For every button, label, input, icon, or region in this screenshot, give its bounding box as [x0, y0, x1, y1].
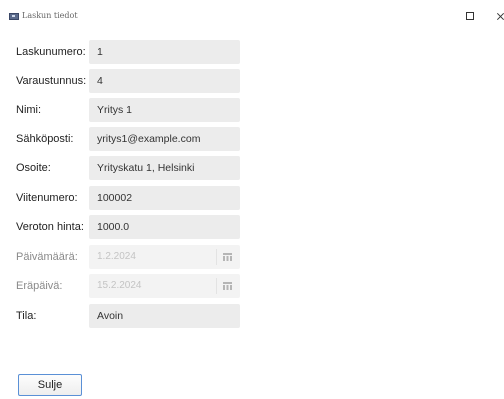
row-tila: Tila: Avoin [0, 304, 504, 328]
label-viitenumero: Viitenumero: [16, 192, 78, 204]
label-nimi: Nimi: [16, 104, 42, 116]
label-veroton-hinta: Veroton hinta: [16, 221, 84, 233]
erapaiva-value: 15.2.2024 [97, 280, 142, 291]
label-laskunumero: Laskunumero: [16, 46, 86, 58]
sahkoposti-field[interactable]: yritys1@example.com [89, 127, 240, 151]
row-veroton-hinta: Veroton hinta: 1000.0 [0, 215, 504, 239]
close-button[interactable]: Sulje [18, 374, 82, 396]
row-paivamaara: Päivämäärä: 1.2.2024 [0, 245, 504, 269]
label-varaustunnus: Varaustunnus: [16, 75, 87, 87]
varaustunnus-field[interactable]: 4 [89, 69, 240, 93]
datepicker-divider [216, 249, 217, 265]
window-title: Laskun tiedot [22, 11, 78, 20]
erapaiva-datepicker: 15.2.2024 [89, 274, 240, 298]
maximize-button[interactable] [460, 9, 480, 23]
label-tila: Tila: [16, 310, 37, 322]
viitenumero-field[interactable]: 100002 [89, 186, 240, 210]
row-varaustunnus: Varaustunnus: 4 [0, 69, 504, 93]
label-osoite: Osoite: [16, 162, 51, 174]
maximize-icon [466, 12, 474, 20]
row-nimi: Nimi: Yritys 1 [0, 98, 504, 122]
close-window-button[interactable] [490, 9, 504, 23]
calendar-icon [223, 282, 232, 290]
paivamaara-value: 1.2.2024 [97, 251, 136, 262]
datepicker-divider [216, 278, 217, 294]
label-sahkoposti: Sähköposti: [16, 133, 74, 145]
row-erapaiva: Eräpäivä: 15.2.2024 [0, 274, 504, 298]
row-sahkoposti: Sähköposti: yritys1@example.com [0, 127, 504, 151]
veroton-hinta-field[interactable]: 1000.0 [89, 215, 240, 239]
laskunumero-field[interactable]: 1 [89, 40, 240, 64]
label-paivamaara: Päivämäärä: [16, 251, 78, 263]
label-erapaiva: Eräpäivä: [16, 280, 63, 292]
osoite-field[interactable]: Yrityskatu 1, Helsinki [89, 156, 240, 180]
title-bar: Laskun tiedot [0, 0, 504, 30]
row-osoite: Osoite: Yrityskatu 1, Helsinki [0, 156, 504, 180]
app-icon [9, 13, 19, 20]
calendar-icon [223, 253, 232, 261]
row-viitenumero: Viitenumero: 100002 [0, 186, 504, 210]
close-icon [496, 12, 504, 21]
tila-field[interactable]: Avoin [89, 304, 240, 328]
paivamaara-datepicker: 1.2.2024 [89, 245, 240, 269]
nimi-field[interactable]: Yritys 1 [89, 98, 240, 122]
row-laskunumero: Laskunumero: 1 [0, 40, 504, 64]
